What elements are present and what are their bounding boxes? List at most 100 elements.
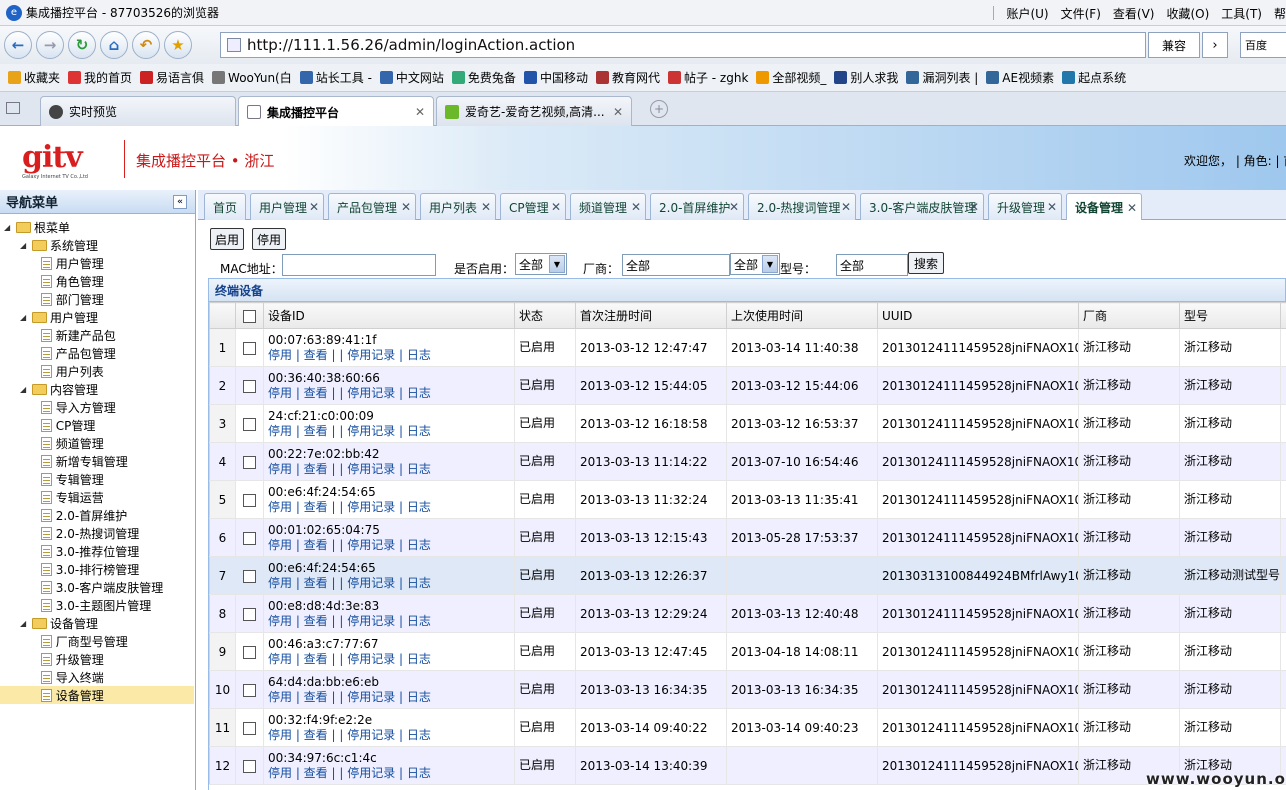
home-button[interactable]: ⌂ [100,31,128,59]
tree-group[interactable]: ◢ 用户管理 [0,308,194,326]
row-select-cell[interactable] [235,480,264,519]
favorite-link[interactable]: 别人求我 [834,69,898,86]
browser-tab-preview[interactable]: 实时预览 [40,96,236,126]
row-select-cell[interactable] [235,594,264,633]
tree-group[interactable]: ◢ 内容管理 [0,380,194,398]
close-icon[interactable]: ✕ [481,200,491,214]
sidebar-item[interactable]: 升级管理 [0,650,194,668]
sidebar-item[interactable]: 专辑运营 [0,488,194,506]
row-checkbox[interactable] [243,645,256,659]
row-actions[interactable]: 停用 | 查看 | | 停用记录 | 日志 [268,614,514,629]
menu-help[interactable]: 帮 [1274,5,1286,22]
table-row[interactable]: 7 00:e6:4f:24:54:65 停用 | 查看 | | 停用记录 | 日志已… [209,556,1286,595]
close-icon[interactable]: ✕ [969,200,979,214]
favorite-link[interactable]: 漏洞列表 | [906,69,978,86]
content-tab[interactable]: 升级管理 ✕ [988,193,1062,220]
row-actions[interactable]: 停用 | 查看 | | 停用记录 | 日志 [268,766,514,781]
menu-account[interactable]: 账户(U) [1006,5,1048,22]
content-tab[interactable]: 设备管理 ✕ [1066,193,1142,221]
row-actions[interactable]: 停用 | 查看 | | 停用记录 | 日志 [268,348,514,363]
address-url[interactable]: http://111.1.56.26/admin/loginAction.act… [247,36,575,54]
header-first-register[interactable]: 首次注册时间 [575,302,727,329]
browser-tab-iqiyi[interactable]: 爱奇艺-爱奇艺视频,高清... ✕ [436,96,632,126]
favorite-link[interactable]: 全部视频_ [756,69,826,86]
sidebar-item[interactable]: 新增专辑管理 [0,452,194,470]
content-tab[interactable]: 用户列表 ✕ [420,193,496,220]
table-row[interactable]: 3 24:cf:21:c0:00:09 停用 | 查看 | | 停用记录 | 日志已… [209,404,1286,443]
row-checkbox[interactable] [243,569,256,583]
compat-mode-button[interactable]: 兼容 [1148,32,1200,58]
sidebar-item[interactable]: 频道管理 [0,434,194,452]
row-select-cell[interactable] [235,328,264,367]
close-icon[interactable]: ✕ [631,200,641,214]
header-vendor[interactable]: 厂商 [1078,302,1180,329]
chevron-right-icon[interactable]: › [1202,32,1228,58]
row-select-cell[interactable] [235,404,264,443]
collapse-icon[interactable]: « [173,195,187,209]
header-select-all[interactable] [235,302,264,329]
favorite-link[interactable]: 收藏夹 [8,69,60,86]
expand-arrow-icon[interactable]: ◢ [20,619,32,628]
sidebar-item[interactable]: 用户列表 [0,362,194,380]
favorite-link[interactable]: 站长工具 - [299,69,372,86]
row-checkbox[interactable] [243,759,256,773]
sidebar-item[interactable]: 3.0-排行榜管理 [0,560,194,578]
content-tab[interactable]: 2.0-首屏维护 ✕ [650,193,744,220]
sidebar-item[interactable]: 厂商型号管理 [0,632,194,650]
sidebar-item[interactable]: 用户管理 [0,254,194,272]
back-button[interactable]: ← [4,31,32,59]
address-bar[interactable]: http://111.1.56.26/admin/loginAction.act… [220,32,1146,58]
row-select-cell[interactable] [235,746,264,785]
expand-arrow-icon[interactable]: ◢ [20,313,32,322]
row-actions[interactable]: 停用 | 查看 | | 停用记录 | 日志 [268,690,514,705]
row-checkbox[interactable] [243,417,256,431]
expand-arrow-icon[interactable]: ◢ [20,385,32,394]
sidebar-item[interactable]: 2.0-首屏维护 [0,506,194,524]
row-actions[interactable]: 停用 | 查看 | | 停用记录 | 日志 [268,424,514,439]
table-row[interactable]: 5 00:e6:4f:24:54:65 停用 | 查看 | | 停用记录 | 日志已… [209,480,1286,519]
favorite-link[interactable]: 易语言俱 [140,69,204,86]
table-row[interactable]: 9 00:46:a3:c7:77:67 停用 | 查看 | | 停用记录 | 日志已… [209,632,1286,671]
content-tab[interactable]: 产品包管理 ✕ [328,193,416,220]
menu-favorites[interactable]: 收藏(O) [1166,5,1209,22]
close-icon[interactable]: ✕ [309,200,319,214]
favorite-link[interactable]: 中国移动 [523,69,588,86]
browser-tab-platform[interactable]: 集成播控平台 ✕ [238,96,434,127]
row-checkbox[interactable] [243,341,256,355]
browser-search-input[interactable]: 百度 [1240,32,1286,58]
row-actions[interactable]: 停用 | 查看 | | 停用记录 | 日志 [268,652,514,667]
favorite-link[interactable]: 起点系统 [1062,69,1126,86]
sidebar-item[interactable]: 设备管理 [0,686,194,704]
menu-file[interactable]: 文件(F) [1061,5,1101,22]
disable-button[interactable]: 停用 [252,228,286,250]
close-icon[interactable]: ✕ [551,200,561,214]
close-icon[interactable]: ✕ [729,200,739,214]
content-tab[interactable]: 用户管理 ✕ [250,193,324,220]
row-select-cell[interactable] [235,670,264,709]
sidebar-item[interactable]: 导入方管理 [0,398,194,416]
table-row[interactable]: 1 00:07:63:89:41:1f 停用 | 查看 | | 停用记录 | 日志已… [209,328,1286,367]
tree-root[interactable]: ◢ 根菜单 [0,218,194,236]
close-icon[interactable]: ✕ [401,200,411,214]
vendor-select[interactable]: 全部 ▼ [730,253,780,275]
vendor-input[interactable]: 全部 [622,254,730,276]
header-device-id[interactable]: 设备ID [263,302,515,329]
expand-arrow-icon[interactable]: ◢ [4,223,16,232]
header-model[interactable]: 型号 [1179,302,1281,329]
favorite-link[interactable]: 教育网代 [595,69,660,86]
close-icon[interactable]: ✕ [1047,200,1057,214]
sidebar-item[interactable]: 导入终端 [0,668,194,686]
refresh-button[interactable]: ↻ [68,31,96,59]
content-tab[interactable]: CP管理 ✕ [500,193,566,220]
content-tab[interactable]: 频道管理 ✕ [570,193,646,220]
sidebar-item[interactable]: 新建产品包 [0,326,194,344]
table-row[interactable]: 10 64:d4:da:bb:e6:eb 停用 | 查看 | | 停用记录 | 日志… [209,670,1286,709]
row-checkbox[interactable] [243,493,256,507]
content-tab[interactable]: 2.0-热搜词管理 ✕ [748,193,856,220]
mac-input[interactable] [282,254,436,276]
close-icon[interactable]: ✕ [415,105,425,119]
favorite-star-button[interactable]: ★ [164,31,192,59]
content-tab[interactable]: 3.0-客户端皮肤管理 ✕ [860,193,984,220]
row-select-cell[interactable] [235,556,264,595]
row-select-cell[interactable] [235,632,264,671]
